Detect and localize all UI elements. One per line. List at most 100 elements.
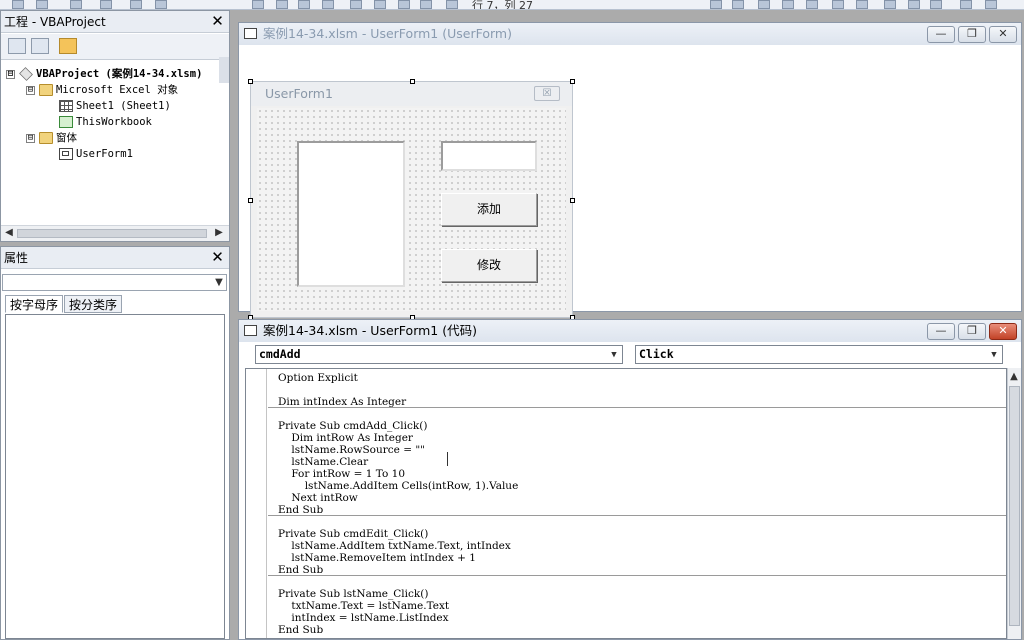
design-mode-icon[interactable] xyxy=(322,0,334,9)
form-window-icon xyxy=(244,28,257,39)
project-explorer-icon[interactable] xyxy=(350,0,362,9)
view-code-icon[interactable] xyxy=(8,38,26,54)
userform-grid-canvas[interactable]: 添加 修改 xyxy=(257,108,566,311)
code-text[interactable]: Option Explicit Dim intIndex As Integer … xyxy=(278,372,518,636)
next-bookmark-icon[interactable] xyxy=(908,0,920,9)
align-left-icon[interactable] xyxy=(832,0,844,9)
properties-panel: 属性 ✕ ▼ 按字母序 按分类序 xyxy=(0,246,230,640)
tree-node-thisworkbook[interactable]: ThisWorkbook xyxy=(59,114,152,130)
project-explorer-title-text: 工程 - VBAProject xyxy=(4,15,106,29)
vbaproject-icon xyxy=(19,67,33,81)
resize-handle[interactable] xyxy=(248,79,253,84)
code-editor[interactable]: Option Explicit Dim intIndex As Integer … xyxy=(245,368,1007,639)
chevron-down-icon[interactable]: ▼ xyxy=(213,276,225,290)
cursor-position-readout: 行 7，列 27 xyxy=(472,0,533,10)
uncomment-block-icon[interactable] xyxy=(806,0,818,9)
project-explorer-panel: 工程 - VBAProject ✕ ⊟ VBAProject (案例14-34.x… xyxy=(0,10,230,242)
copy-icon[interactable] xyxy=(130,0,142,9)
clear-bookmarks-icon[interactable] xyxy=(960,0,972,9)
comment-block-icon[interactable] xyxy=(782,0,794,9)
sheet-icon xyxy=(59,100,73,112)
tree-node-userform1[interactable]: UserForm1 xyxy=(59,146,133,162)
align-center-icon[interactable] xyxy=(856,0,868,9)
project-tree: ⊟ VBAProject (案例14-34.xlsm) ⊟ Microsoft Ex… xyxy=(1,61,229,225)
properties-grid[interactable] xyxy=(5,314,225,639)
code-title-bar[interactable]: 案例14-34.xlsm - UserForm1 (代码) — ❐ ✕ xyxy=(239,320,1021,342)
collapse-vbaproject-icon[interactable]: ⊟ xyxy=(6,69,15,79)
excel-icon[interactable] xyxy=(12,0,24,9)
code-vertical-scrollbar[interactable]: ▲ xyxy=(1007,368,1021,639)
toggle-folders-icon[interactable] xyxy=(59,38,77,54)
resize-handle[interactable] xyxy=(248,198,253,203)
procedure-combo[interactable]: Click ▼ xyxy=(635,345,1003,364)
tree-label: VBAProject (案例14-34.xlsm) xyxy=(36,68,203,80)
chevron-down-icon[interactable]: ▼ xyxy=(608,348,620,362)
tab-alphabetic[interactable]: 按字母序 xyxy=(5,295,64,313)
project-explorer-title: 工程 - VBAProject ✕ xyxy=(1,11,229,33)
object-browser-icon[interactable] xyxy=(398,0,410,9)
design-surface: UserForm1 ☒ 添加 修改 xyxy=(240,46,1020,320)
scroll-thumb[interactable] xyxy=(17,229,207,238)
close-button[interactable]: ✕ xyxy=(989,323,1017,340)
scroll-left-icon[interactable]: ◀ xyxy=(3,226,15,240)
object-combo-value: cmdAdd xyxy=(259,347,301,361)
code-title: 案例14-34.xlsm - UserForm1 (代码) xyxy=(263,323,477,338)
resize-handle[interactable] xyxy=(570,79,575,84)
object-combo[interactable]: cmdAdd ▼ xyxy=(255,345,623,364)
object-selector-combo[interactable]: ▼ xyxy=(2,274,227,291)
minimize-button[interactable]: — xyxy=(927,323,955,340)
break-icon[interactable] xyxy=(276,0,288,9)
scroll-right-icon[interactable]: ▶ xyxy=(213,226,225,240)
bookmark-icon[interactable] xyxy=(884,0,896,9)
minimize-button[interactable]: — xyxy=(927,26,955,43)
resize-handle[interactable] xyxy=(570,198,575,203)
tab-categorized[interactable]: 按分类序 xyxy=(64,295,123,313)
margin-indicator-bar[interactable] xyxy=(246,369,267,638)
userform-caption: UserForm1 xyxy=(265,86,333,101)
reset-icon[interactable] xyxy=(298,0,310,9)
properties-window-icon[interactable] xyxy=(374,0,386,9)
close-project-explorer-icon[interactable]: ✕ xyxy=(209,14,226,30)
designer-title: 案例14-34.xlsm - UserForm1 (UserForm) xyxy=(263,26,512,41)
project-horizontal-scrollbar[interactable]: ◀ ▶ xyxy=(1,225,229,241)
properties-title-text: 属性 xyxy=(4,251,29,265)
cut-icon[interactable] xyxy=(100,0,112,9)
designer-title-bar[interactable]: 案例14-34.xlsm - UserForm1 (UserForm) — ❐ … xyxy=(239,23,1021,45)
view-object-icon[interactable] xyxy=(31,38,49,54)
run-icon[interactable] xyxy=(252,0,264,9)
properties-title: 属性 ✕ xyxy=(1,247,229,269)
save-icon[interactable] xyxy=(70,0,82,9)
tree-node-excel-objects[interactable]: ⊟ Microsoft Excel 对象 xyxy=(26,82,178,98)
scroll-up-icon[interactable]: ▲ xyxy=(1008,370,1020,384)
help-icon[interactable] xyxy=(446,0,458,9)
mouse-ibeam-cursor xyxy=(447,452,448,466)
outdent-icon[interactable] xyxy=(732,0,744,9)
tree-node-forms[interactable]: ⊟ 窗体 xyxy=(26,130,77,146)
tree-node-vbaproject[interactable]: ⊟ VBAProject (案例14-34.xlsm) xyxy=(6,66,202,82)
textbox-txtname[interactable] xyxy=(441,141,537,171)
close-button[interactable]: ✕ xyxy=(989,26,1017,43)
scroll-thumb[interactable] xyxy=(1009,386,1020,626)
indent-icon[interactable] xyxy=(710,0,722,9)
chevron-down-icon[interactable]: ▼ xyxy=(988,348,1000,362)
toolbar-overflow-icon[interactable] xyxy=(985,0,997,9)
prev-bookmark-icon[interactable] xyxy=(930,0,942,9)
listbox-lstname[interactable] xyxy=(297,141,405,287)
paste-icon[interactable] xyxy=(155,0,167,9)
insert-userform-icon[interactable] xyxy=(36,0,48,9)
tree-node-sheet1[interactable]: Sheet1 (Sheet1) xyxy=(59,98,171,114)
toolbox-icon[interactable] xyxy=(420,0,432,9)
close-properties-icon[interactable]: ✕ xyxy=(209,250,226,266)
collapse-excel-objects-icon[interactable]: ⊟ xyxy=(26,85,35,95)
toggle-breakpoint-icon[interactable] xyxy=(758,0,770,9)
collapse-forms-icon[interactable]: ⊟ xyxy=(26,133,35,143)
restore-button[interactable]: ❐ xyxy=(958,26,986,43)
resize-handle[interactable] xyxy=(410,79,415,84)
add-button[interactable]: 添加 xyxy=(441,193,537,226)
tree-label: Sheet1 (Sheet1) xyxy=(76,100,171,112)
project-explorer-toolbar xyxy=(1,34,229,83)
userform1[interactable]: UserForm1 ☒ 添加 修改 xyxy=(248,79,575,320)
restore-button[interactable]: ❐ xyxy=(958,323,986,340)
code-window-icon xyxy=(244,325,257,336)
edit-button[interactable]: 修改 xyxy=(441,249,537,282)
